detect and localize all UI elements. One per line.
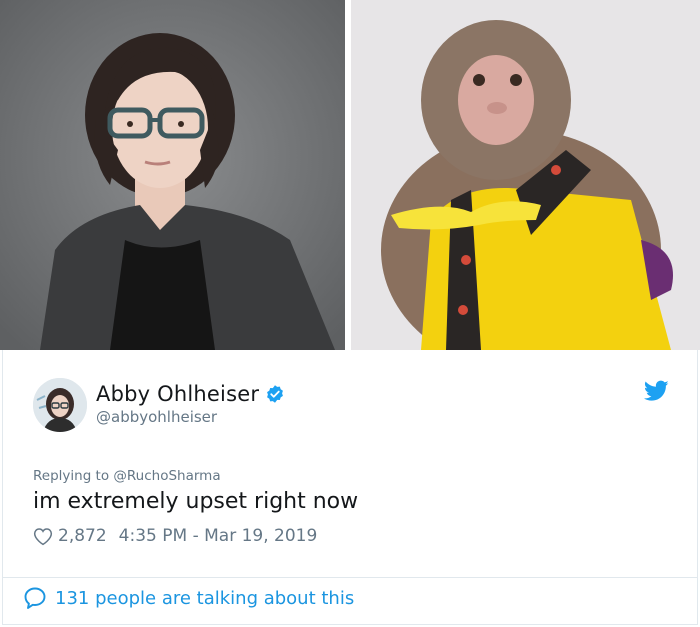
divider [3,577,697,578]
woman-portrait-photo [0,0,345,350]
embedded-tweet-card[interactable]: Abby Ohlheiser @abbyohlheiser Replying t… [2,350,698,625]
tweet-text: im extremely upset right now [33,489,359,514]
replying-prefix: Replying to [33,468,110,484]
heart-icon[interactable] [33,527,53,546]
monkey-in-costume-photo [351,0,700,350]
avatar[interactable] [33,378,87,432]
twitter-bird-icon[interactable] [643,380,669,402]
tweet-meta: 2,872 4:35 PM - Mar 19, 2019 [33,526,317,546]
photo-collage [0,0,700,350]
conversation-link[interactable]: 131 people are talking about this [23,586,354,610]
verified-badge-icon [265,384,285,404]
talking-count-text[interactable]: 131 people are talking about this [55,588,354,609]
like-count[interactable]: 2,872 [58,526,107,546]
display-name[interactable]: Abby Ohlheiser [96,382,259,406]
speech-bubble-icon [23,586,47,610]
tweet-timestamp[interactable]: 4:35 PM - Mar 19, 2019 [119,526,318,546]
replying-to-line: Replying to @RuchoSharma [33,468,221,484]
tweet-header: Abby Ohlheiser @abbyohlheiser [33,378,669,434]
user-handle[interactable]: @abbyohlheiser [96,408,217,426]
replying-to-mention[interactable]: @RuchoSharma [113,468,220,484]
